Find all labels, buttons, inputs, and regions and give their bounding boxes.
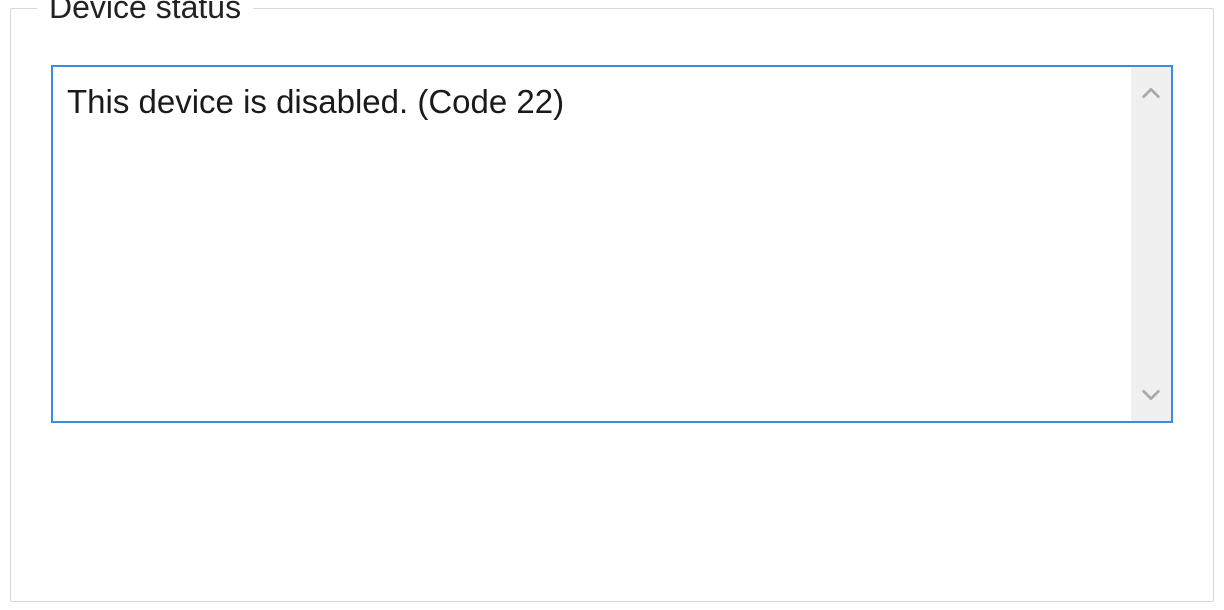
device-status-text-wrap: This device is disabled. (Code 22) bbox=[53, 67, 1131, 421]
device-status-groupbox: Device status This device is disabled. (… bbox=[10, 8, 1214, 602]
device-status-textbox[interactable]: This device is disabled. (Code 22) bbox=[51, 65, 1173, 423]
device-status-legend: Device status bbox=[37, 0, 253, 30]
scroll-down-icon[interactable] bbox=[1131, 375, 1171, 415]
device-status-message: This device is disabled. (Code 22) bbox=[67, 81, 1115, 122]
scrollbar-vertical[interactable] bbox=[1131, 67, 1171, 421]
scroll-up-icon[interactable] bbox=[1131, 73, 1171, 113]
